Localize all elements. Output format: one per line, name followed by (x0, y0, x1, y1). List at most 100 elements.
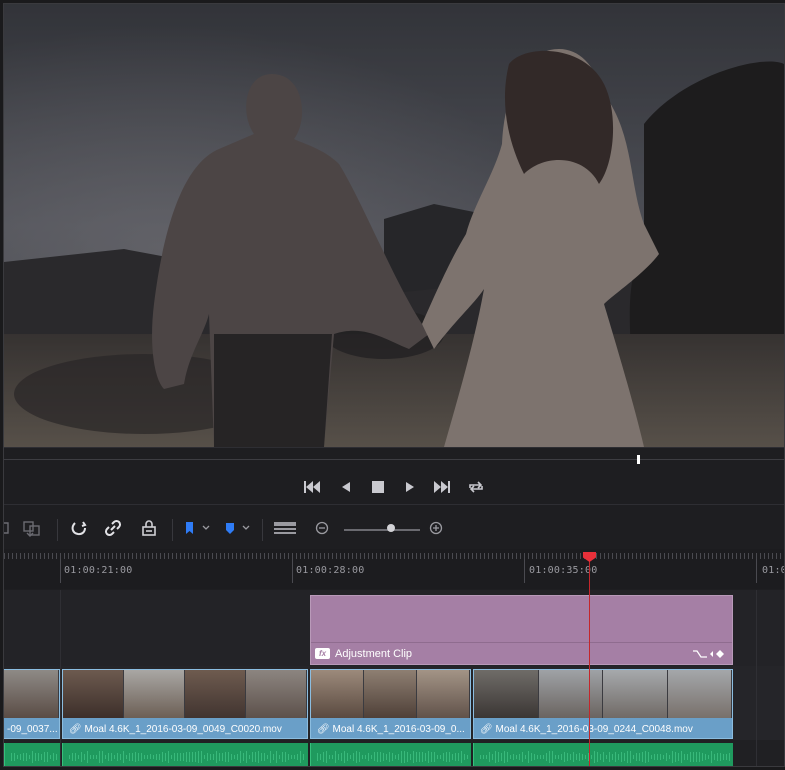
waveform-bar (359, 752, 360, 762)
waveform-bar (570, 754, 571, 760)
audio-clip[interactable] (310, 743, 471, 766)
ruler-tick (44, 553, 45, 559)
audio-clip[interactable] (473, 743, 733, 766)
play-reverse-button[interactable] (335, 477, 357, 497)
ruler-tick (628, 553, 629, 559)
video-clip[interactable]: -09_0037... (4, 669, 60, 739)
video-clip[interactable]: 🔗︎ Moal 4.6K_1_2016-03-09_0... (310, 669, 471, 739)
ruler-tick (676, 553, 677, 559)
timeline-view-button[interactable] (273, 517, 297, 539)
ruler-tick (476, 553, 477, 559)
ruler-tick (672, 553, 673, 559)
waveform-bar (729, 752, 730, 762)
waveform-bar (150, 754, 151, 760)
waveform-bar (153, 754, 154, 760)
waveform-bar (198, 751, 199, 763)
ruler-tick (736, 553, 737, 559)
ruler-tick (568, 553, 569, 559)
loop-button[interactable] (465, 477, 487, 497)
waveform-bar (50, 755, 51, 759)
ruler-tick (20, 553, 21, 559)
linked-selection-button[interactable] (102, 517, 124, 539)
timeline-ruler[interactable]: 01:00:21:00 01:00:28:00 01:00:35:00 01:0… (4, 549, 784, 589)
waveform-bar (446, 751, 447, 763)
adjustment-clip[interactable]: fx Adjustment Clip (310, 595, 733, 665)
play-button[interactable] (399, 477, 421, 497)
waveform-bar (455, 753, 456, 761)
ruler-tick (612, 553, 613, 559)
waveform-bar (162, 751, 163, 763)
viewer-scrubber[interactable] (4, 453, 784, 465)
waveform-bar (11, 753, 12, 761)
waveform-bar (392, 752, 393, 762)
video-clip[interactable]: 🔗︎ Moal 4.6K_1_2016-03-09_0244_C0048.mov (473, 669, 733, 739)
position-lock-button[interactable] (138, 517, 160, 539)
video-clip[interactable]: 🔗︎ Moal 4.6K_1_2016-03-09_0049_C0020.mov (62, 669, 308, 739)
waveform-bar (285, 751, 286, 763)
waveform-bar (168, 751, 169, 763)
ruler-tick (424, 553, 425, 559)
waveform-bar (353, 752, 354, 762)
waveform-bar (525, 754, 526, 760)
waveform-bar (183, 753, 184, 761)
zoom-slider-handle[interactable] (387, 524, 395, 532)
audio-clip[interactable] (4, 743, 60, 766)
ruler-tick (572, 553, 573, 559)
waveform-bar (108, 752, 109, 762)
waveform-bar (425, 752, 426, 762)
waveform-bar (338, 754, 339, 760)
ruler-tick (184, 553, 185, 559)
ruler-tick (264, 553, 265, 559)
ruler-tick (304, 553, 305, 559)
ruler-tick (440, 553, 441, 559)
skip-to-start-button[interactable] (301, 477, 323, 497)
ruler-tick (12, 553, 13, 559)
zoom-in-button[interactable] (428, 517, 444, 539)
link-icon: 🔗︎ (480, 724, 496, 735)
trim-tool-partial[interactable] (4, 517, 12, 539)
ruler-tick (196, 553, 197, 559)
skip-to-end-button[interactable] (431, 477, 453, 497)
waveform-bar (291, 755, 292, 759)
waveform-bar (669, 755, 670, 759)
zoom-slider-track[interactable] (344, 529, 420, 531)
waveform-bar (335, 751, 336, 763)
ruler-tick (24, 553, 25, 559)
waveform-bar (467, 754, 468, 760)
ruler-tick (772, 553, 773, 559)
audio-clip[interactable] (62, 743, 308, 766)
waveform-bar (216, 751, 217, 763)
replace-tool-button[interactable] (20, 517, 44, 539)
track-grid-line (756, 590, 757, 766)
marker-button[interactable] (222, 517, 254, 539)
ruler-tick (596, 553, 597, 559)
waveform-bar (246, 751, 247, 763)
ruler-tick (244, 553, 245, 559)
waveform-bar (323, 751, 324, 763)
ruler-tick (752, 553, 753, 559)
stop-button[interactable] (367, 477, 389, 497)
ruler-tick (524, 553, 525, 583)
waveform-bar (344, 750, 345, 764)
ruler-tick (32, 553, 33, 559)
ruler-tick (148, 553, 149, 559)
waveform-bar (35, 752, 36, 762)
marker-icon (226, 523, 250, 534)
waveform-bar (615, 752, 616, 762)
ruler-tick (324, 553, 325, 559)
ruler-tick (632, 553, 633, 559)
ruler-tick (252, 553, 253, 559)
curve-icon (693, 650, 707, 658)
ruler-tick (296, 553, 297, 559)
scrubber-head[interactable] (637, 455, 640, 464)
waveform-bar (576, 753, 577, 761)
viewer-frame-image (4, 4, 784, 447)
ruler-tick (432, 553, 433, 559)
snapping-button[interactable] (68, 517, 90, 539)
flag-icon (186, 522, 210, 534)
viewer-divider (4, 447, 784, 448)
flag-button[interactable] (182, 517, 214, 539)
ruler-tick (176, 553, 177, 559)
zoom-out-button[interactable] (314, 517, 330, 539)
playhead-line[interactable] (589, 560, 590, 766)
